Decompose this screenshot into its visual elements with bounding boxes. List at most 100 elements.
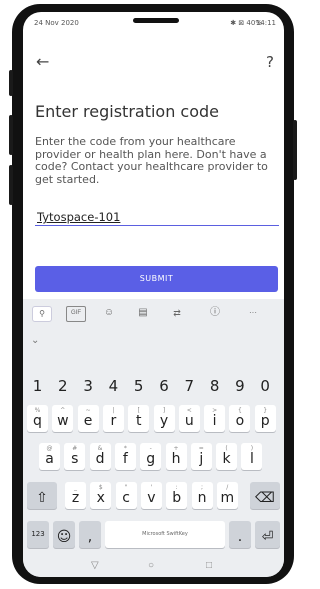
key-p[interactable]: } p: [254, 405, 276, 432]
key-label: 8: [209, 377, 220, 395]
backspace-key[interactable]: ⌫: [250, 482, 280, 509]
key-label: c: [122, 490, 130, 506]
translate-icon[interactable]: ⇄: [168, 306, 186, 320]
key-l[interactable]: ) l: [241, 443, 263, 470]
key-label: g: [146, 451, 156, 467]
key-x[interactable]: $ x: [90, 482, 112, 509]
key-label: n: [197, 490, 207, 506]
key-label: j: [199, 451, 204, 467]
period-key[interactable]: .: [229, 521, 251, 548]
key-y[interactable]: ] y: [153, 405, 175, 432]
key-i[interactable]: > i: [204, 405, 226, 432]
key-o[interactable]: {o: [229, 405, 251, 432]
key-q[interactable]: % q: [27, 405, 48, 432]
more-icon[interactable]: ···: [244, 306, 262, 320]
key-d[interactable]: & d: [89, 443, 111, 470]
key-g[interactable]: -g: [140, 443, 162, 470]
key-label: ☺: [56, 529, 72, 545]
key-9[interactable]: 9: [229, 373, 250, 400]
on-screen-keyboard: ⚲ GIF ☺ ▤ ⇄ ⓘ ··· ⌄ 1 2 3 4 5 6 7 8 9 0% q ^ w ~ e | r[t…: [23, 299, 284, 577]
key-label: h: [171, 451, 181, 467]
info-icon[interactable]: ⓘ: [206, 306, 224, 320]
enter-key[interactable]: ⏎: [255, 521, 280, 548]
key-label: 6: [159, 377, 169, 395]
key-7[interactable]: 7: [179, 373, 200, 400]
key-8[interactable]: 8: [204, 373, 225, 400]
key-label: o: [235, 413, 245, 429]
submit-button[interactable]: SUBMIT: [35, 266, 278, 292]
search-icon[interactable]: ⚲: [32, 306, 52, 322]
key-label: ⏎: [261, 529, 274, 545]
key-t[interactable]: [t: [128, 405, 150, 432]
phone-side-button: [9, 70, 13, 96]
key-label: q: [33, 413, 42, 429]
key-a[interactable]: @ a: [39, 443, 60, 470]
status-bar: 24 Nov 2020 ✱ ⊠ 40% 14:11: [23, 12, 284, 34]
emoji-key[interactable]: ☺: [53, 521, 75, 548]
key-u[interactable]: < u: [178, 405, 200, 432]
key-n[interactable]: ; n: [191, 482, 213, 509]
key-v[interactable]: ' v: [140, 482, 162, 509]
symbols-key[interactable]: 123: [27, 521, 49, 548]
key-2[interactable]: 2: [52, 373, 73, 400]
key-b[interactable]: :b: [166, 482, 188, 509]
help-icon[interactable]: ?: [266, 53, 274, 71]
page-title: Enter registration code: [35, 102, 220, 121]
key-label: i: [212, 413, 217, 429]
key-label: ⇧: [36, 490, 48, 506]
key-label: 9: [235, 377, 245, 395]
registration-code-input[interactable]: [35, 209, 279, 226]
key-s[interactable]: # s: [64, 443, 86, 470]
nav-back-icon[interactable]: ▽: [91, 560, 99, 571]
key-6[interactable]: 6: [154, 373, 175, 400]
key-5[interactable]: 5: [128, 373, 149, 400]
key-label: x: [96, 490, 105, 506]
key-label: m: [220, 490, 235, 506]
status-date: 24 Nov 2020: [34, 19, 79, 27]
key-m[interactable]: / m: [216, 482, 238, 509]
key-k[interactable]: (k: [216, 443, 238, 470]
shift-key[interactable]: ⇧: [27, 482, 57, 509]
back-arrow-icon[interactable]: ←: [36, 52, 49, 71]
space-key[interactable]: Microsoft SwiftKey: [105, 521, 225, 548]
phone-side-button: [293, 120, 297, 180]
key-z[interactable]: _ z: [65, 482, 86, 509]
key-c[interactable]: " c: [115, 482, 137, 509]
key-r[interactable]: | r: [102, 405, 124, 432]
key-label: e: [83, 413, 93, 429]
key-1[interactable]: 1: [27, 373, 48, 400]
key-label: y: [159, 413, 169, 429]
clipboard-icon[interactable]: ▤: [134, 306, 152, 320]
keyboard-toolbar: ⚲ GIF ☺ ▤ ⇄ ⓘ ···: [23, 299, 284, 327]
android-nav-bar: ▽ ○ □: [23, 560, 284, 577]
key-j[interactable]: = j: [190, 443, 212, 470]
key-label: Microsoft SwiftKey: [142, 531, 188, 537]
key-e[interactable]: ~ e: [77, 405, 99, 432]
phone-side-button: [9, 115, 13, 155]
key-label: 0: [260, 377, 270, 395]
key-label: w: [57, 413, 69, 429]
key-label: 5: [133, 377, 144, 395]
key-label: p: [260, 413, 270, 429]
nav-recents-icon[interactable]: □: [206, 560, 212, 571]
key-label: ,: [87, 529, 93, 545]
key-label: u: [184, 413, 194, 429]
gif-icon[interactable]: GIF: [66, 306, 86, 322]
key-label: .: [237, 529, 243, 545]
key-label: 123: [31, 530, 45, 538]
key-label: 2: [58, 377, 68, 395]
collapse-keyboard-icon[interactable]: ⌄: [31, 335, 39, 346]
key-3[interactable]: 3: [78, 373, 99, 400]
nav-home-icon[interactable]: ○: [148, 560, 154, 571]
comma-key[interactable]: ,: [79, 521, 101, 548]
key-0[interactable]: 0: [255, 373, 276, 400]
key-label: ⌫: [255, 490, 275, 506]
key-h[interactable]: + h: [165, 443, 187, 470]
camera-notch: [133, 18, 179, 23]
key-4[interactable]: 4: [103, 373, 124, 400]
key-w[interactable]: ^ w: [52, 405, 74, 432]
phone-screen: 24 Nov 2020 ✱ ⊠ 40% 14:11 ← ? Enter regi…: [23, 12, 284, 577]
key-label: a: [45, 451, 54, 467]
key-f[interactable]: * f: [114, 443, 136, 470]
sticker-icon[interactable]: ☺: [100, 306, 118, 320]
